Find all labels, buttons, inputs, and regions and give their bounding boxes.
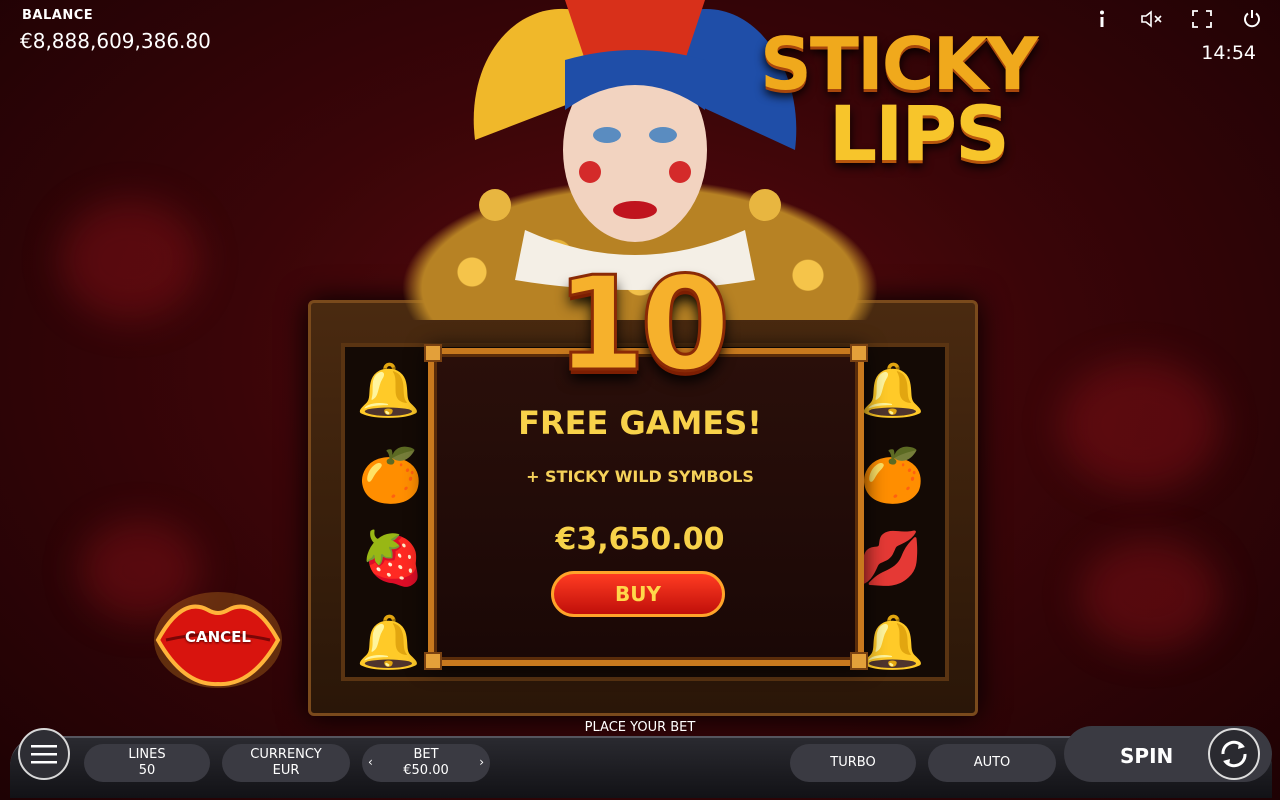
lines-value: 50: [138, 763, 156, 778]
spin-label: SPIN: [1120, 744, 1174, 768]
clock: 14:54: [1201, 42, 1256, 64]
free-games-count: 10: [554, 247, 732, 402]
bell-symbol: 🔔: [356, 613, 421, 673]
bet-increase-icon[interactable]: ›: [479, 754, 484, 770]
buy-button[interactable]: BUY: [551, 571, 725, 617]
bet-value: €50.00: [403, 763, 449, 778]
fullscreen-icon[interactable]: [1190, 8, 1214, 30]
turbo-label: TURBO: [830, 755, 876, 770]
auto-label: AUTO: [973, 755, 1011, 770]
bet-selector: BET €50.00 ‹ ›: [362, 744, 490, 782]
top-toolbar: [1090, 8, 1264, 30]
currency-label: CURRENCY: [250, 747, 322, 762]
cancel-label: CANCEL: [185, 628, 251, 646]
menu-button[interactable]: [18, 728, 70, 780]
bell-symbol: 🔔: [860, 613, 925, 673]
power-icon[interactable]: [1240, 8, 1264, 30]
turbo-button[interactable]: TURBO: [790, 744, 916, 782]
logo-line-1: STICKY: [760, 22, 1039, 106]
sound-muted-icon[interactable]: [1140, 8, 1164, 30]
balance-value: €8,888,609,386.80: [20, 29, 211, 53]
currency-value: EUR: [272, 763, 300, 778]
logo-line-2: LIPS: [828, 89, 1010, 179]
bet-decrease-icon[interactable]: ‹: [368, 754, 373, 770]
frame-bolt: [850, 652, 868, 670]
buy-price: €3,650.00: [555, 522, 725, 557]
bottom-control-bar: LINES 50 CURRENCY EUR BET €50.00 ‹ › TUR…: [10, 716, 1272, 798]
lines-label: LINES: [128, 747, 166, 762]
frame-bolt: [424, 652, 442, 670]
free-games-subtitle: + STICKY WILD SYMBOLS: [526, 467, 754, 486]
hamburger-icon: [31, 745, 57, 764]
lines-selector[interactable]: LINES 50: [84, 744, 210, 782]
balance-label: BALANCE: [22, 8, 94, 23]
bet-label: BET: [413, 747, 439, 762]
info-icon[interactable]: [1090, 8, 1114, 30]
cancel-button[interactable]: CANCEL: [152, 588, 284, 692]
free-games-title: FREE GAMES!: [518, 404, 762, 442]
game-logo: STICKY LIPS: [760, 22, 1039, 179]
auto-button[interactable]: AUTO: [928, 744, 1056, 782]
spin-arrows-icon: [1221, 740, 1247, 768]
spin-button[interactable]: [1208, 728, 1260, 780]
currency-selector[interactable]: CURRENCY EUR: [222, 744, 350, 782]
